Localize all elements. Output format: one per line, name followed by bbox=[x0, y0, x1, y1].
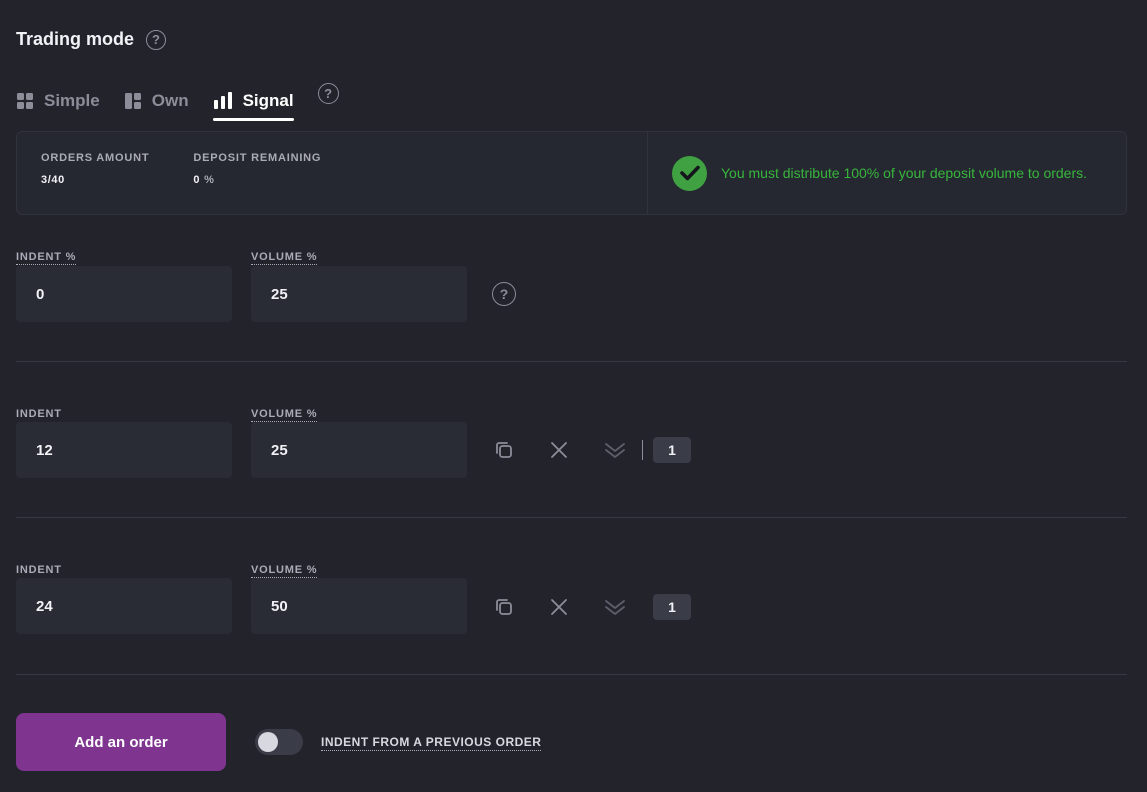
deposit-remaining-value: 0 bbox=[193, 174, 201, 186]
order-count-badge[interactable]: 1 bbox=[653, 437, 691, 463]
indent-label: INDENT % bbox=[16, 251, 77, 265]
page-title: Trading mode bbox=[16, 29, 135, 49]
tab-simple[interactable]: Simple bbox=[16, 80, 100, 120]
tab-signal-label: Signal bbox=[242, 91, 294, 110]
volume-label: VOLUME % bbox=[251, 408, 318, 422]
volume-label: VOLUME % bbox=[251, 564, 318, 578]
volume-field: VOLUME % bbox=[251, 247, 467, 322]
divider bbox=[16, 517, 1127, 518]
indent-toggle-label[interactable]: INDENT FROM A PREVIOUS ORDER bbox=[321, 735, 542, 751]
summary-panel: ORDERS AMOUNT 3/40 DEPOSIT REMAINING 0% … bbox=[16, 131, 1127, 215]
summary-message: You must distribute 100% of your deposit… bbox=[648, 132, 1126, 214]
indent-field: INDENT % bbox=[16, 247, 232, 322]
grid-icon bbox=[17, 93, 33, 109]
close-icon[interactable] bbox=[547, 438, 571, 462]
volume-label: VOLUME % bbox=[251, 251, 318, 265]
distribution-message: You must distribute 100% of your deposit… bbox=[721, 165, 1088, 181]
volume-input[interactable] bbox=[251, 422, 467, 478]
tab-own-label: Own bbox=[151, 91, 189, 110]
help-icon[interactable]: ? bbox=[317, 83, 339, 104]
deposit-remaining-value-row: 0% bbox=[193, 174, 321, 186]
copy-icon[interactable] bbox=[492, 438, 516, 462]
summary-stats: ORDERS AMOUNT 3/40 DEPOSIT REMAINING 0% bbox=[17, 132, 648, 214]
close-icon[interactable] bbox=[547, 595, 571, 619]
separator bbox=[642, 440, 643, 460]
indent-field: INDENT bbox=[16, 404, 232, 478]
orders-amount-stat: ORDERS AMOUNT 3/40 bbox=[41, 152, 149, 194]
tab-own[interactable]: Own bbox=[124, 80, 189, 120]
indent-input[interactable] bbox=[16, 422, 232, 478]
chevron-double-down-icon[interactable] bbox=[603, 438, 627, 462]
indent-label: INDENT bbox=[16, 564, 62, 576]
indent-field: INDENT bbox=[16, 560, 232, 634]
bar-chart-icon bbox=[213, 92, 232, 109]
volume-field: VOLUME % bbox=[251, 560, 467, 634]
tab-simple-label: Simple bbox=[44, 91, 100, 110]
help-icon[interactable]: ? bbox=[146, 29, 167, 50]
toggle-knob bbox=[258, 732, 278, 752]
volume-input[interactable] bbox=[251, 578, 467, 634]
orders-amount-label: ORDERS AMOUNT bbox=[41, 152, 150, 164]
volume-input[interactable] bbox=[251, 266, 467, 322]
tab-signal[interactable]: Signal bbox=[212, 80, 294, 121]
deposit-remaining-unit: % bbox=[204, 174, 215, 186]
order-count-badge[interactable]: 1 bbox=[653, 594, 691, 620]
divider bbox=[16, 674, 1127, 675]
divider bbox=[16, 361, 1127, 362]
layout-icon bbox=[124, 93, 141, 109]
indent-input[interactable] bbox=[16, 266, 232, 322]
deposit-remaining-stat: DEPOSIT REMAINING 0% bbox=[193, 152, 321, 194]
indent-toggle[interactable] bbox=[255, 729, 303, 755]
mode-tabs: Simple Own Signal ? bbox=[16, 80, 339, 121]
add-order-button[interactable]: Add an order bbox=[16, 713, 226, 771]
indent-label: INDENT bbox=[16, 408, 62, 420]
trading-mode-header: Trading mode ? bbox=[16, 29, 167, 50]
chevron-double-down-icon[interactable] bbox=[603, 595, 627, 619]
volume-field: VOLUME % bbox=[251, 404, 467, 478]
indent-input[interactable] bbox=[16, 578, 232, 634]
help-icon[interactable]: ? bbox=[492, 282, 516, 306]
copy-icon[interactable] bbox=[492, 595, 516, 619]
orders-amount-value: 3/40 bbox=[41, 174, 65, 186]
deposit-remaining-label: DEPOSIT REMAINING bbox=[193, 152, 322, 164]
check-icon bbox=[672, 155, 707, 191]
